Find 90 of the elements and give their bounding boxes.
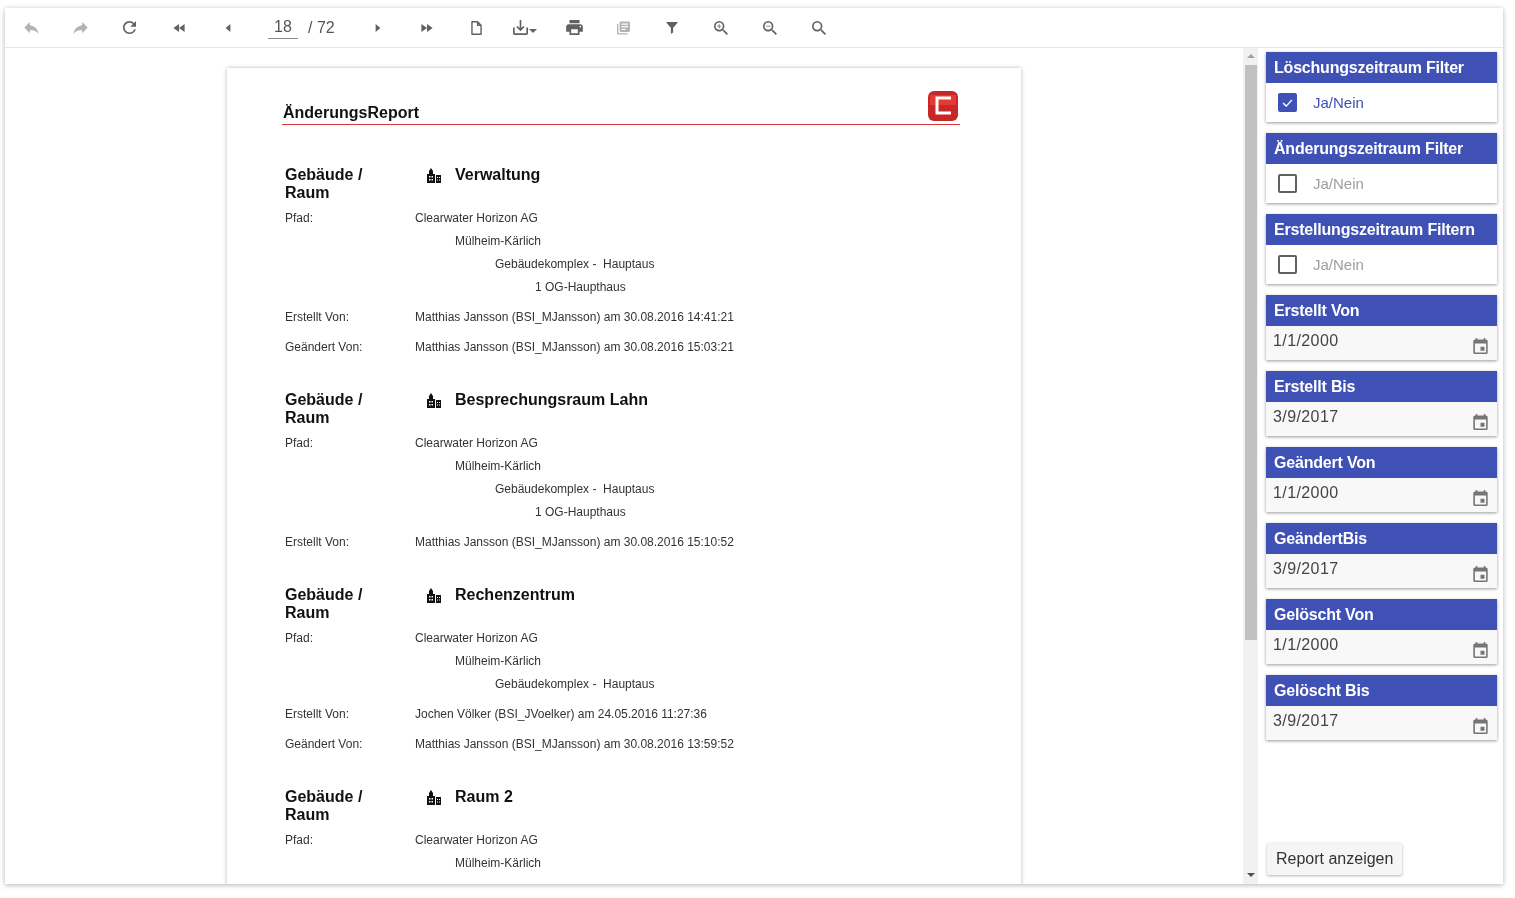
filter-icon bbox=[666, 21, 679, 34]
checkbox[interactable] bbox=[1278, 93, 1297, 112]
redo-arrow-icon bbox=[73, 21, 88, 34]
filter-card-title: Löschungszeitraum Filter bbox=[1266, 52, 1497, 83]
report-title: ÄnderungsReport bbox=[283, 104, 419, 122]
building-icon bbox=[426, 392, 442, 408]
scrollbar-thumb[interactable] bbox=[1244, 65, 1257, 640]
field-label: Geändert Von: bbox=[285, 339, 363, 356]
path-item: Gebäudekomplex - Hauptaus bbox=[495, 481, 655, 498]
record-heading-label: Gebäude / Raum bbox=[285, 586, 364, 622]
path-item: Gebäudekomplex - Hauptaus bbox=[495, 676, 655, 693]
download-icon bbox=[513, 20, 529, 35]
scrollbar[interactable] bbox=[1243, 48, 1258, 884]
field-value: Matthias Jansson (BSI_MJansson) am 30.08.2016 13:59:52 bbox=[415, 736, 734, 753]
path-item: 1 OG-Haupthaus bbox=[535, 279, 626, 296]
arrow-down-icon[interactable] bbox=[1246, 873, 1255, 877]
path-item: Gebäudekomplex - Hauptaus bbox=[495, 256, 655, 273]
caret-icon bbox=[529, 28, 538, 33]
field-label: Pfad: bbox=[285, 435, 314, 452]
triangle-left-icon bbox=[224, 23, 231, 32]
checkmark-icon bbox=[1282, 98, 1293, 107]
record-name: Rechenzentrum bbox=[455, 586, 576, 604]
calendar-icon[interactable] bbox=[1473, 642, 1488, 658]
path-item: Clearwater Horizon AG bbox=[415, 210, 538, 227]
path-item: Clearwater Horizon AG bbox=[415, 832, 538, 849]
field-label: Geändert Von: bbox=[285, 736, 363, 753]
field-label: Erstellt Von: bbox=[285, 309, 350, 326]
page-count: / 72 bbox=[308, 18, 335, 37]
date-field[interactable]: 3/9/2017 bbox=[1266, 554, 1497, 588]
filter-card-title: Erstellt Bis bbox=[1266, 371, 1497, 402]
date-field[interactable]: 1/1/2000 bbox=[1266, 630, 1497, 664]
field-label: Erstellt Von: bbox=[285, 706, 350, 723]
record-name: Verwaltung bbox=[455, 166, 541, 184]
record-heading-label: Gebäude / Raum bbox=[285, 788, 364, 824]
refresh-icon bbox=[123, 21, 136, 34]
path-item: Mülheim-Kärlich bbox=[455, 458, 542, 475]
record-heading-label: Gebäude / Raum bbox=[285, 391, 364, 427]
date-field[interactable]: 3/9/2017 bbox=[1266, 706, 1497, 740]
double-triangle-right-icon bbox=[421, 23, 434, 32]
printer-icon bbox=[565, 20, 583, 35]
double-triangle-left-icon bbox=[172, 23, 185, 32]
triangle-right-icon bbox=[375, 23, 382, 32]
filter-card-title: Gelöscht Von bbox=[1266, 599, 1497, 630]
path-item: Mülheim-Kärlich bbox=[455, 855, 542, 872]
checkbox-label[interactable]: Ja/Nein bbox=[1313, 94, 1364, 111]
filter-card-title: GeändertBis bbox=[1266, 523, 1497, 554]
filter-card-title: Erstellt Von bbox=[1266, 295, 1497, 326]
field-value: Jochen Völker (BSI_JVoelker) am 24.05.2016 11:27:36 bbox=[415, 706, 707, 723]
zoom-in-icon bbox=[714, 20, 729, 35]
filter-card-title: Gelöscht Bis bbox=[1266, 675, 1497, 706]
field-value: Matthias Jansson (BSI_MJansson) am 30.08.2016 15:03:21 bbox=[415, 339, 734, 356]
documents-icon bbox=[616, 20, 630, 35]
filter-card-title: Änderungszeitraum Filter bbox=[1266, 133, 1497, 164]
zoom-out-icon bbox=[763, 20, 778, 35]
calendar-icon[interactable] bbox=[1473, 566, 1488, 582]
record-heading-label: Gebäude / Raum bbox=[285, 166, 364, 202]
path-item: 1 OG-Haupthaus bbox=[535, 504, 626, 521]
field-value: Matthias Jansson (BSI_MJansson) am 30.08.2016 15:10:52 bbox=[415, 534, 734, 551]
logo-icon bbox=[928, 91, 958, 121]
date-field[interactable]: 1/1/2000 bbox=[1266, 326, 1497, 360]
building-icon bbox=[426, 587, 442, 603]
undo-arrow-icon bbox=[24, 21, 39, 34]
field-label: Pfad: bbox=[285, 210, 314, 227]
field-value: Matthias Jansson (BSI_MJansson) am 30.08.2016 14:41:21 bbox=[415, 309, 734, 326]
calendar-icon[interactable] bbox=[1473, 718, 1488, 734]
show-report-button[interactable]: Report anzeigen bbox=[1267, 843, 1403, 875]
path-item: Mülheim-Kärlich bbox=[455, 233, 542, 250]
page-number-field[interactable]: 18 bbox=[268, 16, 298, 39]
calendar-icon[interactable] bbox=[1473, 414, 1488, 430]
search-icon bbox=[812, 20, 827, 35]
building-icon bbox=[426, 789, 442, 805]
arrow-up-icon[interactable] bbox=[1246, 54, 1255, 58]
filter-card-title: Erstellungszeitraum Filtern bbox=[1266, 214, 1497, 245]
path-item: Clearwater Horizon AG bbox=[415, 435, 538, 452]
field-label: Erstellt Von: bbox=[285, 534, 350, 551]
record-name: Raum 2 bbox=[455, 788, 513, 806]
document-icon bbox=[470, 20, 482, 35]
path-item: Clearwater Horizon AG bbox=[415, 630, 538, 647]
checkbox[interactable] bbox=[1278, 174, 1297, 193]
field-label: Pfad: bbox=[285, 832, 314, 849]
calendar-icon[interactable] bbox=[1473, 338, 1488, 354]
path-item: Mülheim-Kärlich bbox=[455, 653, 542, 670]
building-icon bbox=[426, 167, 442, 183]
field-label: Pfad: bbox=[285, 630, 314, 647]
date-field[interactable]: 1/1/2000 bbox=[1266, 478, 1497, 512]
checkbox[interactable] bbox=[1278, 255, 1297, 274]
record-name: Besprechungsraum Lahn bbox=[455, 391, 648, 409]
date-field[interactable]: 3/9/2017 bbox=[1266, 402, 1497, 436]
calendar-icon[interactable] bbox=[1473, 490, 1488, 506]
filter-card-title: Geändert Von bbox=[1266, 447, 1497, 478]
